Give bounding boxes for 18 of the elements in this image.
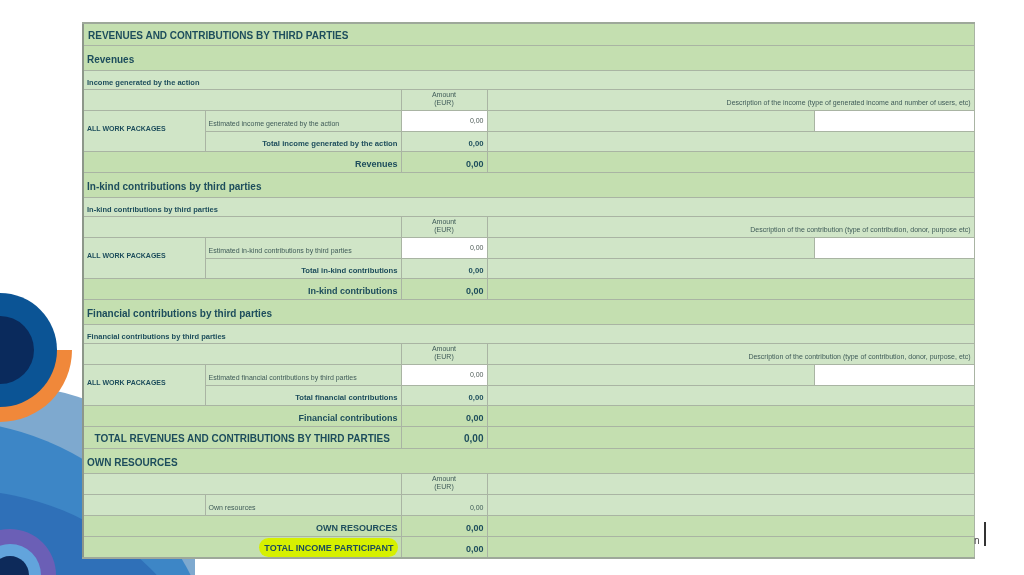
amount-value: 0,00	[465, 285, 484, 296]
amount-value: 0,00	[465, 543, 484, 554]
cut-off-text: n	[974, 535, 980, 546]
section-heading: Financial contributions by third parties	[87, 307, 273, 319]
total-label: Financial contributions	[298, 412, 398, 423]
amount-value: 0,00	[464, 433, 484, 444]
amount-value: 0,00	[465, 158, 484, 169]
section-heading: Revenues	[87, 53, 135, 65]
section-heading: In-kind contributions by third parties	[87, 180, 262, 192]
total-label: OWN RESOURCES	[316, 522, 398, 533]
total-label: TOTAL REVENUES AND CONTRIBUTIONS BY THIRD PARTIES	[94, 433, 390, 444]
sheet-title: REVENUES AND CONTRIBUTIONS BY THIRD PARTIES	[87, 30, 349, 42]
section-heading: OWN RESOURCES	[87, 456, 178, 468]
amount-value: 0,00	[465, 522, 484, 533]
total-label: In-kind contributions	[308, 285, 398, 296]
amount-value: 0,00	[465, 412, 484, 423]
highlighted-label: TOTAL INCOME PARTICIPANT	[259, 537, 398, 557]
total-label: Revenues	[354, 158, 398, 169]
